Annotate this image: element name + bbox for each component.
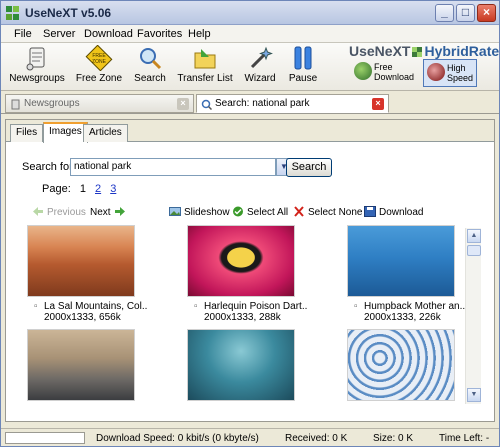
thumbnail-whales-at-sunset[interactable] (27, 329, 135, 401)
status-bar: Download Speed: 0 kbit/s (0 kbyte/s) Rec… (1, 428, 499, 446)
toolbar: Newsgroups FREE ZONE Free Zone Search Tra… (1, 43, 499, 91)
main-window: UseNeXT v5.06 _ □ × File Server Download… (0, 0, 500, 447)
pause-label: Pause (288, 73, 318, 84)
tab-files[interactable]: Files (10, 124, 44, 142)
tab-search-national-park[interactable]: Search: national park × (196, 94, 389, 113)
hybridrate-panel: UseNeXT HybridRate Free Download High Speed (345, 43, 500, 87)
wizard-label: Wizard (244, 73, 276, 84)
tab-newsgroups-label: Newsgroups (24, 98, 80, 109)
result-title[interactable]: Harlequin Poison Dart.. (204, 301, 307, 312)
menu-download[interactable]: Download (84, 28, 133, 40)
result-caption: ▫ La Sal Mountains, Col.. 2000x1333, 656k (34, 301, 148, 323)
page-link-3[interactable]: 3 (110, 183, 116, 195)
download-speed-status: Download Speed: 0 kbit/s (0 kbyte/s) (96, 433, 259, 444)
close-button[interactable]: × (477, 4, 496, 22)
magnifier-icon (140, 48, 162, 70)
free-zone-sign-icon: FREEZONE (85, 45, 113, 71)
thumbnail-harlequin-poison-dart-frog[interactable] (187, 225, 295, 297)
wizard-wand-icon (250, 46, 273, 69)
tab-search-label: Search: national park (215, 98, 310, 109)
search-submit-button[interactable]: Search (286, 158, 332, 177)
slideshow-button[interactable]: Slideshow (169, 206, 230, 218)
time-left-status: Time Left: - (439, 433, 490, 444)
search-for-label: Search for: (22, 161, 76, 173)
image-actions: Previous Next Slideshow Select All Selec… (26, 206, 486, 220)
menu-server[interactable]: Server (43, 28, 75, 40)
svg-text:ZONE: ZONE (92, 59, 107, 65)
thumbnail-humpback-whale[interactable] (347, 225, 455, 297)
menu-bar: File Server Download Favorites Help (1, 25, 499, 43)
minimize-button[interactable]: _ (435, 4, 454, 22)
page-label: Page: (42, 183, 71, 195)
thumbnail-ice-floes[interactable] (347, 329, 455, 401)
result-title[interactable]: La Sal Mountains, Col.. (44, 301, 147, 312)
free-download-button[interactable]: Free Download (351, 59, 417, 87)
document-tabs: Newsgroups × Search: national park × (1, 92, 499, 114)
newsgroups-label: Newsgroups (9, 73, 65, 84)
high-speed-button[interactable]: High Speed (423, 59, 477, 87)
close-search-tab-icon[interactable]: × (372, 98, 384, 110)
result-meta: 2000x1333, 656k (44, 312, 121, 323)
page-current: 1 (79, 183, 86, 195)
results-scrollbar[interactable]: ▲ ▼ (465, 228, 481, 404)
check-circle-icon (233, 206, 243, 217)
transfer-folder-icon (194, 49, 216, 69)
arrow-left-icon (33, 207, 43, 216)
red-x-icon (294, 206, 304, 217)
maximize-button[interactable]: □ (456, 4, 475, 22)
result-meta: 2000x1333, 288k (204, 312, 281, 323)
close-newsgroups-tab-icon[interactable]: × (177, 98, 189, 110)
search-input[interactable]: national park (70, 158, 276, 176)
hybridrate-logo: UseNeXT HybridRate (349, 43, 500, 59)
search-label: Search (134, 73, 166, 84)
pause-button[interactable]: Pause (288, 45, 318, 89)
tab-newsgroups[interactable]: Newsgroups × (5, 94, 194, 113)
received-status: Received: 0 K (285, 433, 348, 444)
next-button[interactable]: Next (90, 206, 126, 218)
transfer-progress-bar (5, 432, 85, 444)
result-meta: 2000x1333, 226k (364, 312, 441, 323)
scroll-thumb[interactable] (467, 245, 481, 256)
select-all-button[interactable]: Select All (232, 206, 288, 218)
tab-articles[interactable]: Articles (83, 124, 128, 142)
download-button[interactable]: Download (364, 206, 423, 218)
scroll-icon (26, 47, 45, 71)
free-zone-label: Free Zone (75, 73, 123, 84)
app-logo-icon (6, 6, 20, 20)
result-type-tabs: Files Images Articles (6, 120, 494, 143)
scroll-down-icon[interactable]: ▼ (467, 388, 481, 402)
tab-images[interactable]: Images (43, 122, 88, 143)
result-title[interactable]: Humpback Mother an.. (364, 301, 465, 312)
newsgroups-tab-icon (11, 99, 20, 110)
previous-button[interactable]: Previous (32, 206, 86, 218)
result-caption: ▫ Harlequin Poison Dart.. 2000x1333, 288k (194, 301, 308, 323)
thumbnail-la-sal-mountains[interactable] (27, 225, 135, 297)
search-results-panel: Files Images Articles Search for: nation… (5, 119, 495, 422)
newsgroups-button[interactable]: Newsgroups (9, 45, 65, 89)
title-bar[interactable]: UseNeXT v5.06 _ □ × (1, 1, 499, 25)
slideshow-icon (169, 207, 181, 216)
window-title: UseNeXT v5.06 (25, 6, 112, 20)
page-link-2[interactable]: 2 (95, 183, 101, 195)
free-zone-button[interactable]: FREE ZONE Free Zone (75, 45, 123, 89)
transfer-list-button[interactable]: Transfer List (177, 45, 233, 89)
menu-file[interactable]: File (14, 28, 32, 40)
size-status: Size: 0 K (373, 433, 414, 444)
wizard-button[interactable]: Wizard (242, 45, 278, 89)
transfer-list-label: Transfer List (177, 73, 233, 84)
speedometer-icon (427, 63, 445, 81)
floppy-disk-icon (364, 206, 376, 217)
scroll-up-icon[interactable]: ▲ (467, 229, 481, 243)
arrow-right-icon (114, 207, 125, 216)
free-download-icon (354, 62, 372, 80)
menu-favorites[interactable]: Favorites (137, 28, 182, 40)
pause-icon (294, 46, 312, 70)
search-tab-icon (201, 99, 212, 110)
search-button[interactable]: Search (132, 45, 168, 89)
menu-help[interactable]: Help (188, 28, 211, 40)
thumbnail-underwater-reef[interactable] (187, 329, 295, 401)
pagination: Page: 1 2 3 (42, 183, 116, 195)
select-none-button[interactable]: Select None (293, 206, 362, 218)
